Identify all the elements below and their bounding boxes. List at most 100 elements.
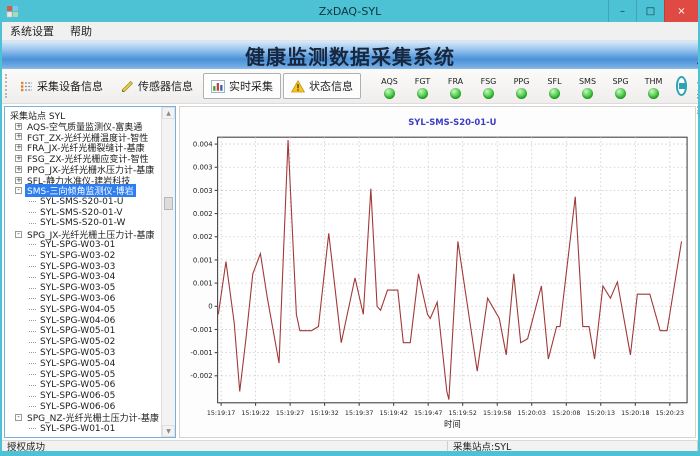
tree-item[interactable]: SYL-SPG-W03-04 bbox=[29, 272, 161, 283]
button-realtime-collect[interactable]: 实时采集 bbox=[203, 73, 281, 99]
tree-item[interactable]: SYL-SMS-S20-01-U bbox=[29, 196, 161, 207]
tree-item[interactable]: SYL-SPG-W05-03 bbox=[29, 348, 161, 359]
tree-item[interactable]: SYL-SPG-W04-06 bbox=[29, 315, 161, 326]
line-chart: 0.0040.0030.0030.0020.0020.0010.0010-0.0… bbox=[180, 107, 695, 437]
x-tick-label: 15:19:42 bbox=[379, 409, 407, 417]
tree-item-label: SYL-SPG-W05-05 bbox=[38, 370, 117, 380]
tree-connector bbox=[29, 288, 36, 289]
toolbar-gripper bbox=[5, 74, 7, 98]
tree-connector bbox=[29, 255, 36, 256]
status-led-thm: THM bbox=[637, 74, 670, 99]
y-tick-label: 0.001 bbox=[193, 279, 213, 287]
tree-connector bbox=[29, 406, 36, 407]
green-led-icon bbox=[450, 88, 461, 99]
tree-item[interactable]: SYL-SPG-W05-01 bbox=[29, 326, 161, 337]
page-title: 健康监测数据采集系统 bbox=[245, 41, 455, 70]
tree-item[interactable]: SYL-SPG-W05-02 bbox=[29, 337, 161, 348]
green-led-icon bbox=[648, 88, 659, 99]
site-tree: 采集站点 SYL+AQS-空气质量监测仪-富奥通+FGT_ZX-光纤光栅温度计-… bbox=[5, 107, 161, 437]
tree-item[interactable]: SYL-SPG-W05-06 bbox=[29, 380, 161, 391]
tree-item[interactable]: SYL-SPG-W03-05 bbox=[29, 283, 161, 294]
warning-icon bbox=[291, 80, 305, 93]
scroll-up-icon[interactable]: ▲ bbox=[162, 107, 175, 119]
tree-connector bbox=[29, 244, 36, 245]
window-title: ZxDAQ-SYL bbox=[2, 5, 698, 18]
tree-connector bbox=[29, 298, 36, 299]
x-tick-label: 15:19:58 bbox=[483, 409, 511, 417]
tree-item[interactable]: SYL-SPG-W01-01 bbox=[29, 423, 161, 434]
tree-item[interactable]: SYL-SPG-W05-05 bbox=[29, 369, 161, 380]
led-label: FSG bbox=[472, 77, 505, 86]
y-tick-label: 0.002 bbox=[193, 233, 213, 241]
close-button[interactable]: × bbox=[664, 0, 698, 22]
status-led-ppg: PPG bbox=[505, 74, 538, 99]
expand-icon[interactable]: + bbox=[15, 144, 22, 151]
tree-item[interactable]: SYL-SPG-W03-01 bbox=[29, 240, 161, 251]
tree-item-label: SMS-三向倾角监测仪-博岩 bbox=[25, 184, 136, 197]
tree-connector bbox=[29, 331, 36, 332]
menu-item-system-settings[interactable]: 系统设置 bbox=[2, 22, 62, 40]
led-label: AQS bbox=[373, 77, 406, 86]
tree-connector bbox=[29, 363, 36, 364]
button-status-info[interactable]: 状态信息 bbox=[283, 73, 361, 99]
expand-icon[interactable]: + bbox=[15, 133, 22, 140]
green-led-icon bbox=[384, 88, 395, 99]
button-device-info[interactable]: 采集设备信息 bbox=[12, 73, 111, 99]
status-led-fsg: FSG bbox=[472, 74, 505, 99]
tree-connector bbox=[29, 212, 36, 213]
x-tick-label: 15:19:32 bbox=[310, 409, 338, 417]
collapse-icon[interactable]: - bbox=[15, 414, 22, 421]
tree-item[interactable]: SYL-SPG-W03-06 bbox=[29, 294, 161, 305]
tree-item-label: SYL-SPG-W05-04 bbox=[38, 359, 117, 369]
tree-item[interactable]: SYL-SPG-W04-05 bbox=[29, 304, 161, 315]
collapse-icon[interactable]: - bbox=[15, 231, 22, 238]
y-tick-label: -0.001 bbox=[190, 349, 212, 357]
menu-item-help[interactable]: 帮助 bbox=[62, 22, 100, 40]
expand-icon[interactable]: + bbox=[15, 166, 22, 173]
toolbar: 采集设备信息传感器信息实时采集状态信息 AQSFGTFRAFSGPPGSFLSM… bbox=[2, 69, 698, 104]
tree-item[interactable]: SYL-SPG-W03-02 bbox=[29, 250, 161, 261]
tree-item-label: SPG_NZ-光纤光栅土压力计-基康 bbox=[25, 411, 161, 424]
maximize-button[interactable]: □ bbox=[636, 0, 664, 22]
tree-item-label: SYL-SPG-W05-06 bbox=[38, 380, 117, 390]
x-axis-label: 时间 bbox=[444, 419, 461, 429]
chart-plot-area[interactable] bbox=[218, 137, 687, 403]
tree-connector bbox=[29, 352, 36, 353]
sensor-icon bbox=[121, 80, 134, 93]
scroll-down-icon[interactable]: ▼ bbox=[162, 425, 175, 437]
tree-connector bbox=[29, 201, 36, 202]
collapse-icon[interactable]: - bbox=[15, 187, 22, 194]
scrollbar-thumb[interactable] bbox=[164, 197, 173, 210]
x-tick-label: 15:20:18 bbox=[621, 409, 649, 417]
expand-icon[interactable]: + bbox=[15, 123, 22, 130]
expand-icon[interactable]: + bbox=[15, 177, 22, 184]
tree-item[interactable]: SYL-SMS-S20-01-V bbox=[29, 207, 161, 218]
x-tick-label: 15:20:13 bbox=[587, 409, 615, 417]
chart-title: SYL-SMS-S20-01-U bbox=[408, 117, 496, 127]
x-tick-label: 15:19:17 bbox=[207, 409, 235, 417]
tree-item[interactable]: -SMS-三向倾角监测仪-博岩 bbox=[15, 186, 161, 197]
status-site-text: 采集站点:SYL bbox=[448, 441, 698, 456]
tree-item[interactable]: -SPG_JX-光纤光栅土压力计-基康 bbox=[15, 229, 161, 240]
expand-icon[interactable]: + bbox=[15, 155, 22, 162]
minimize-button[interactable]: – bbox=[608, 0, 636, 22]
tree-item-label: SYL-SPG-W03-02 bbox=[38, 251, 117, 261]
tree-item-label: SYL-SPG-W03-04 bbox=[38, 272, 117, 282]
tree-item[interactable]: SYL-SPG-W05-04 bbox=[29, 358, 161, 369]
status-led-fra: FRA bbox=[439, 74, 472, 99]
tree-item-label: SYL-SPG-W05-03 bbox=[38, 348, 117, 358]
status-led-sfl: SFL bbox=[538, 74, 571, 99]
tree-item-label: SYL-SPG-W06-05 bbox=[38, 391, 117, 401]
tree-item[interactable]: SYL-SPG-W03-03 bbox=[29, 261, 161, 272]
tree-item-label: SYL-SPG-W05-02 bbox=[38, 337, 117, 347]
y-tick-label: 0.004 bbox=[193, 140, 213, 148]
tree-item-label: SYL-SPG-W03-03 bbox=[38, 262, 117, 272]
tree-item-label: SYL-SPG-W03-06 bbox=[38, 294, 117, 304]
tree-item[interactable]: -SPG_NZ-光纤光栅土压力计-基康 bbox=[15, 412, 161, 423]
tree-item[interactable]: SYL-SPG-W06-05 bbox=[29, 391, 161, 402]
button-sensor-info[interactable]: 传感器信息 bbox=[113, 73, 201, 99]
tree-scrollbar[interactable]: ▲ ▼ bbox=[161, 107, 175, 437]
x-tick-label: 15:19:37 bbox=[345, 409, 373, 417]
status-led-group: AQSFGTFRAFSGPPGSFLSMSSPGTHM bbox=[373, 74, 670, 99]
status-led-sms: SMS bbox=[571, 74, 604, 99]
